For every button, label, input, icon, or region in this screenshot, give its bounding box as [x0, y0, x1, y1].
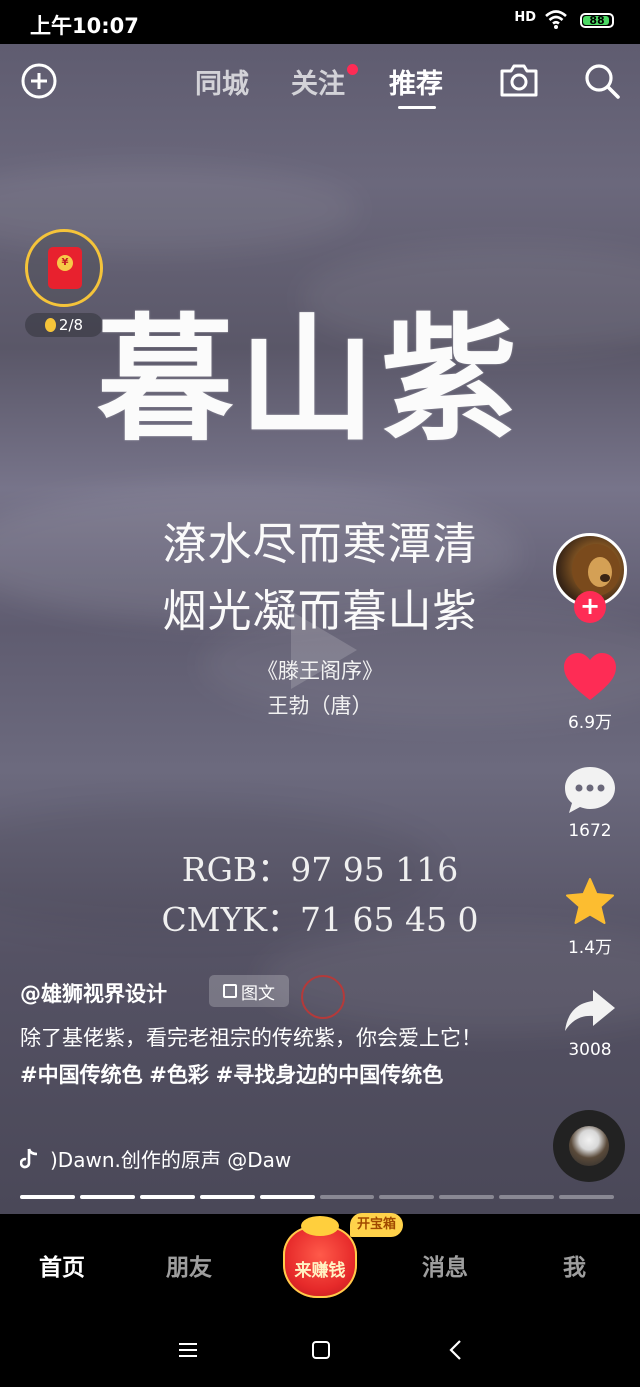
- comment-action[interactable]: 1672: [540, 765, 640, 841]
- image-text-label: 图文: [241, 983, 275, 1004]
- poem-source-author: 王勃（唐）: [267, 694, 373, 718]
- earn-money-label: 来赚钱: [294, 1261, 346, 1281]
- progress-segment: [199, 1195, 255, 1199]
- description-text: 除了基佬紫，看完老祖宗的传统紫，你会爱上它！: [20, 1026, 482, 1050]
- share-count: 3008: [568, 1040, 612, 1060]
- tab-messages[interactable]: 消息: [422, 1248, 468, 1282]
- tab-friends[interactable]: 朋友: [166, 1248, 212, 1282]
- tab-home[interactable]: 首页: [39, 1248, 85, 1282]
- tab-me[interactable]: 我: [563, 1248, 586, 1282]
- plus-circle-icon: [21, 63, 57, 99]
- wifi-icon: [544, 8, 568, 34]
- image-progress-bar: [20, 1195, 615, 1199]
- status-bar: 上午10:07 HD 88: [0, 0, 640, 44]
- follow-button[interactable]: +: [574, 591, 606, 623]
- progress-segment: [559, 1195, 615, 1199]
- progress-segment: [79, 1195, 135, 1199]
- search-button[interactable]: [583, 62, 621, 100]
- music-info[interactable]: )Dawn.创作的原声 @Daw: [20, 1144, 291, 1173]
- comment-count: 1672: [568, 821, 612, 841]
- comment-icon: [565, 767, 615, 813]
- signal-indicator: HD: [514, 10, 536, 25]
- image-text-tag: 图文: [209, 975, 289, 1007]
- progress-segment: [139, 1195, 195, 1199]
- post-description[interactable]: 除了基佬紫，看完老祖宗的传统紫，你会爱上它！ #中国传统色 #色彩 #寻找身边的…: [20, 1020, 490, 1094]
- red-packet-seal: ¥: [57, 255, 73, 271]
- search-icon: [585, 64, 620, 99]
- progress-segment: [499, 1195, 555, 1199]
- following-notification-dot: [347, 64, 358, 75]
- add-button[interactable]: [20, 62, 58, 100]
- tab-same-city[interactable]: 同城: [195, 62, 249, 101]
- like-count: 6.9万: [567, 713, 613, 733]
- money-bag-icon: 来赚钱: [283, 1226, 357, 1298]
- active-tab-indicator: [398, 106, 436, 109]
- music-disc[interactable]: [553, 1110, 625, 1182]
- image-text-icon: [223, 984, 237, 998]
- battery-level: 88: [589, 14, 605, 27]
- music-disc-cover: [569, 1126, 609, 1166]
- seal-stamp-icon: [301, 975, 345, 1019]
- hashtag-find-chinese-colors[interactable]: #寻找身边的中国传统色: [216, 1063, 444, 1087]
- home-square-icon[interactable]: [311, 1340, 331, 1360]
- progress-segment: [20, 1195, 75, 1199]
- treasure-box-badge[interactable]: 开宝箱: [350, 1213, 404, 1237]
- camera-button[interactable]: [497, 60, 541, 100]
- music-title: )Dawn.创作的原声 @Daw: [50, 1148, 292, 1172]
- earn-money-button[interactable]: 来赚钱: [279, 1216, 361, 1298]
- hashtag-chinese-colors[interactable]: #中国传统色: [20, 1063, 143, 1087]
- poem-source-work: 《滕王阁序》: [257, 659, 383, 683]
- like-action[interactable]: 6.9万: [540, 652, 640, 733]
- tab-recommend[interactable]: 推荐: [389, 62, 443, 101]
- share-arrow-icon: [565, 990, 615, 1031]
- video-title-calligraphy: 暮山紫: [97, 300, 523, 460]
- cmyk-value: CMYK：71 65 45 0: [161, 900, 479, 939]
- menu-icon[interactable]: [178, 1342, 198, 1358]
- back-icon[interactable]: [448, 1339, 462, 1361]
- battery-icon: 88: [580, 13, 614, 28]
- author-name[interactable]: @雄狮视界设计: [20, 978, 167, 1008]
- camera-icon: [500, 64, 538, 97]
- system-navigation-bar: [0, 1314, 640, 1387]
- favorite-action[interactable]: 1.4万: [540, 877, 640, 958]
- money-bag-knot: [301, 1216, 339, 1236]
- gold-egg-icon: [44, 318, 56, 332]
- rgb-value: RGB：97 95 116: [181, 850, 459, 889]
- heart-icon: [564, 653, 616, 700]
- tab-following[interactable]: 关注: [291, 62, 345, 101]
- status-time: 上午10:07: [30, 14, 139, 38]
- progress-segment: [259, 1195, 315, 1199]
- progress-segment: [379, 1195, 435, 1199]
- progress-segment: [439, 1195, 495, 1199]
- poem-line-1: 潦水尽而寒潭清: [162, 519, 478, 570]
- share-action[interactable]: 3008: [540, 988, 640, 1060]
- star-icon: [566, 878, 614, 924]
- hashtag-colors[interactable]: #色彩: [149, 1063, 209, 1087]
- progress-segment: [319, 1195, 375, 1199]
- favorite-count: 1.4万: [567, 938, 613, 958]
- music-note-icon: [20, 1148, 38, 1168]
